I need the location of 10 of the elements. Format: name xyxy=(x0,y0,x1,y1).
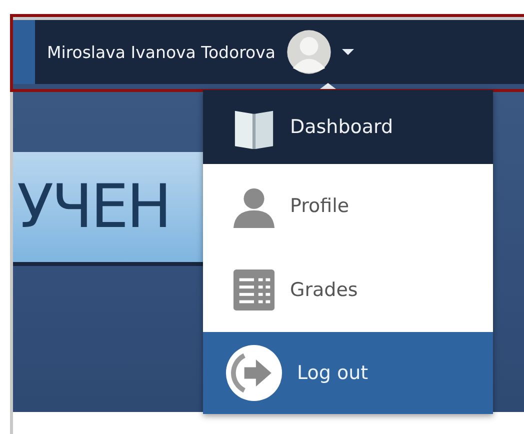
logout-icon xyxy=(225,344,283,402)
menu-item[interactable]: Profile xyxy=(203,164,493,248)
menu-item[interactable]: Grades xyxy=(203,248,493,332)
accent-strip xyxy=(13,20,35,84)
menu-item[interactable]: Log out xyxy=(203,332,493,414)
table-icon xyxy=(232,268,276,312)
menu-item[interactable]: Dashboard xyxy=(203,90,493,164)
avatar-icon xyxy=(286,27,332,77)
caret-icon xyxy=(342,49,354,55)
banner-title: УЧЕН xyxy=(16,172,170,242)
